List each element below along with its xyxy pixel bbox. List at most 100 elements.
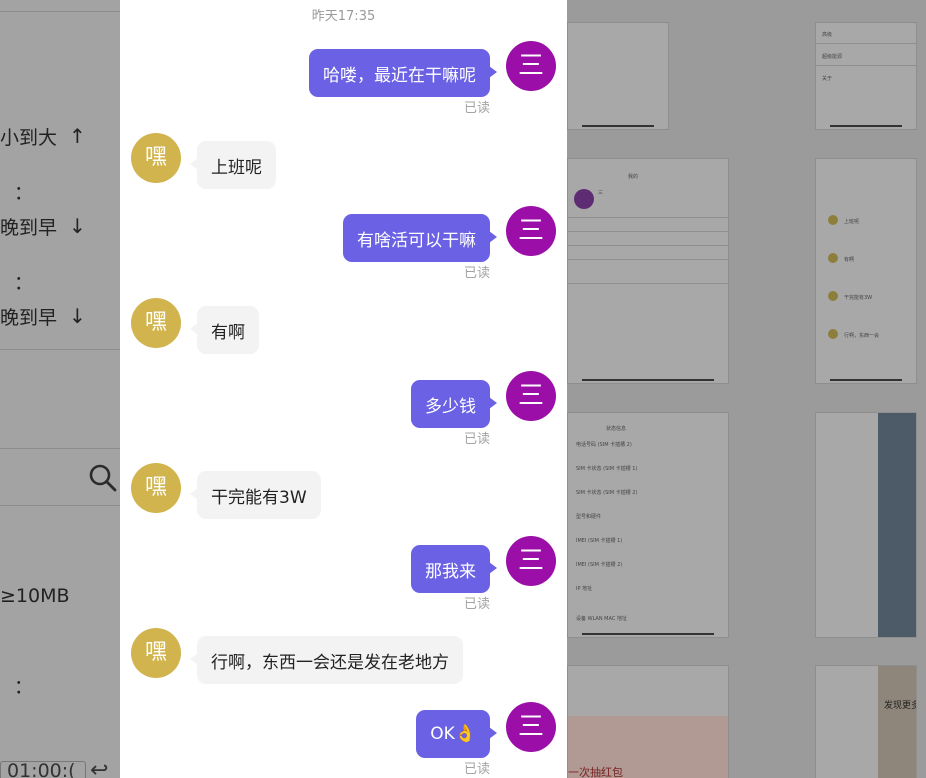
time-filter-row: 01:00:( ↩ bbox=[0, 758, 108, 778]
avatar-me[interactable]: 三 bbox=[506, 41, 556, 91]
message-bubble-outgoing[interactable]: 哈喽，最近在干嘛呢 bbox=[309, 49, 497, 97]
gallery-thumbnail[interactable]: 上班呢 有啊 干完能有3W 行啊，东西一会 bbox=[815, 158, 917, 384]
thumb-chat-line: 行啊，东西一会 bbox=[844, 333, 880, 339]
avatar-me[interactable]: 三 bbox=[506, 206, 556, 256]
thumb-profile-name: 三 bbox=[598, 190, 604, 196]
divider bbox=[0, 349, 120, 350]
size-filter-value[interactable]: ≥10MB bbox=[0, 585, 70, 607]
divider bbox=[568, 245, 728, 246]
avatar-me-glyph: 三 bbox=[517, 712, 544, 742]
home-indicator bbox=[582, 633, 714, 635]
message-bubble-incoming[interactable]: 上班呢 bbox=[190, 141, 276, 189]
sort-time-label: 晚到早 bbox=[0, 216, 58, 239]
message-bubble-outgoing[interactable]: 那我来 bbox=[411, 545, 497, 593]
avatar-me[interactable]: 三 bbox=[506, 702, 556, 752]
read-receipt: 已读 bbox=[463, 597, 490, 612]
search-field[interactable] bbox=[0, 448, 120, 506]
avatar-me-glyph: 三 bbox=[517, 51, 544, 81]
avatar-other-glyph: 嘿 bbox=[144, 475, 167, 500]
home-indicator bbox=[830, 379, 902, 381]
home-indicator bbox=[830, 125, 902, 127]
avatar-other-glyph: 嘿 bbox=[144, 310, 167, 335]
avatar-other-glyph: 嘿 bbox=[144, 640, 167, 665]
separator-colon: ： bbox=[14, 182, 34, 204]
avatar-other[interactable]: 嘿 bbox=[131, 133, 181, 183]
gallery-thumbnail[interactable] bbox=[815, 412, 917, 638]
thumb-status-item: SIM 卡状态 (SIM 卡插槽 2) bbox=[576, 490, 638, 496]
chat-conversation: 昨天17:35 三 哈喽，最近在干嘛呢 已读 嘿 上班呢 三 有啥活可以干嘛 已… bbox=[120, 0, 567, 778]
file-filter-panel: 小到大 ↑ ： 晚到早 ↓ ： 晚到早 ↓ ≥10MB ： 01:00:( ↩ bbox=[0, 0, 120, 778]
thumb-status-item: IMEI (SIM 卡插槽 2) bbox=[576, 562, 623, 568]
avatar-other[interactable]: 嘿 bbox=[131, 628, 181, 678]
read-receipt: 已读 bbox=[463, 432, 490, 447]
avatar-me-glyph: 三 bbox=[517, 381, 544, 411]
home-indicator bbox=[582, 379, 714, 381]
avatar bbox=[828, 329, 838, 339]
time-input[interactable]: 01:00:( bbox=[0, 760, 86, 778]
arrow-up-icon: ↑ bbox=[69, 124, 86, 148]
gallery-thumbnail[interactable]: 高级 超级能源 关于 bbox=[815, 22, 917, 130]
avatar bbox=[828, 291, 838, 301]
thumb-chat-line: 干完能有3W bbox=[844, 295, 873, 301]
thumb-chat-line: 有啊 bbox=[844, 257, 855, 263]
divider bbox=[568, 217, 728, 218]
thumb-title: 状态信息 bbox=[606, 426, 627, 432]
home-indicator bbox=[582, 125, 654, 127]
read-receipt: 已读 bbox=[463, 101, 490, 116]
avatar-me-glyph: 三 bbox=[517, 546, 544, 576]
divider bbox=[568, 283, 728, 284]
thumb-promo-text: 一次抽红包 bbox=[568, 766, 623, 778]
avatar bbox=[828, 215, 838, 225]
arrow-down-icon: ↓ bbox=[69, 214, 86, 238]
gallery-thumbnail[interactable]: 一次抽红包 bbox=[567, 665, 729, 778]
thumb-settings-item: 关于 bbox=[822, 76, 833, 82]
divider bbox=[816, 65, 916, 66]
thumb-status-item: 设备 WLAN MAC 地址 bbox=[576, 616, 627, 622]
sort-time-label-2: 晚到早 bbox=[0, 306, 58, 329]
message-bubble-outgoing[interactable]: 有啥活可以干嘛 bbox=[343, 214, 497, 262]
divider bbox=[816, 43, 916, 44]
sort-time-option-2[interactable]: 晚到早 ↓ bbox=[0, 301, 86, 331]
arrow-down-icon: ↓ bbox=[69, 304, 86, 328]
avatar-other[interactable]: 嘿 bbox=[131, 298, 181, 348]
gallery-thumbnail[interactable]: 我的 三 bbox=[567, 158, 729, 384]
separator-colon: ： bbox=[14, 676, 34, 698]
separator-colon: ： bbox=[14, 272, 34, 294]
thumb-status-item: 电话号码 (SIM 卡插槽 2) bbox=[576, 442, 632, 448]
panel-top-divider bbox=[0, 0, 120, 12]
enter-icon[interactable]: ↩ bbox=[90, 758, 108, 778]
thumb-status-item: SIM 卡状态 (SIM 卡插槽 1) bbox=[576, 466, 638, 472]
gallery-thumbnail[interactable]: 状态信息 电话号码 (SIM 卡插槽 2) SIM 卡状态 (SIM 卡插槽 1… bbox=[567, 412, 729, 638]
avatar-other-glyph: 嘿 bbox=[144, 145, 167, 170]
message-bubble-incoming[interactable]: 有啊 bbox=[190, 306, 259, 354]
divider bbox=[568, 231, 728, 232]
avatar bbox=[828, 253, 838, 263]
message-bubble-incoming[interactable]: 行啊，东西一会还是发在老地方 bbox=[190, 636, 463, 684]
thumb-settings-item: 超级能源 bbox=[822, 54, 843, 60]
message-bubble-incoming[interactable]: 干完能有3W bbox=[190, 471, 321, 519]
phone-homescreen-preview bbox=[878, 413, 916, 637]
screenshot-gallery: 高级 超级能源 关于 我的 三 上班呢 有啊 干完能有3W 行啊，东西一会 状态… bbox=[567, 0, 926, 778]
message-bubble-outgoing[interactable]: OK👌 bbox=[416, 710, 497, 758]
sort-time-option[interactable]: 晚到早 ↓ bbox=[0, 211, 86, 241]
thumb-discover-text: 发现更多 bbox=[884, 701, 917, 711]
message-timestamp: 昨天17:35 bbox=[311, 9, 376, 24]
thumb-settings-item: 高级 bbox=[822, 32, 833, 38]
sort-size-label: 小到大 bbox=[0, 126, 58, 149]
avatar-other[interactable]: 嘿 bbox=[131, 463, 181, 513]
message-bubble-outgoing[interactable]: 多少钱 bbox=[411, 380, 497, 428]
divider bbox=[568, 259, 728, 260]
thumb-status-item: IP 地址 bbox=[576, 586, 593, 592]
sort-size-option[interactable]: 小到大 ↑ bbox=[0, 121, 86, 151]
read-receipt: 已读 bbox=[463, 266, 490, 281]
gallery-thumbnail[interactable]: 发现更多 bbox=[815, 665, 917, 778]
search-icon[interactable] bbox=[88, 463, 118, 493]
avatar-me[interactable]: 三 bbox=[506, 536, 556, 586]
discover-preview bbox=[878, 666, 916, 778]
avatar-me[interactable]: 三 bbox=[506, 371, 556, 421]
avatar bbox=[574, 189, 594, 209]
gallery-thumbnail[interactable] bbox=[567, 22, 669, 130]
thumb-title: 我的 bbox=[628, 174, 639, 180]
thumb-status-item: IMEI (SIM 卡插槽 1) bbox=[576, 538, 623, 544]
read-receipt: 已读 bbox=[463, 762, 490, 777]
